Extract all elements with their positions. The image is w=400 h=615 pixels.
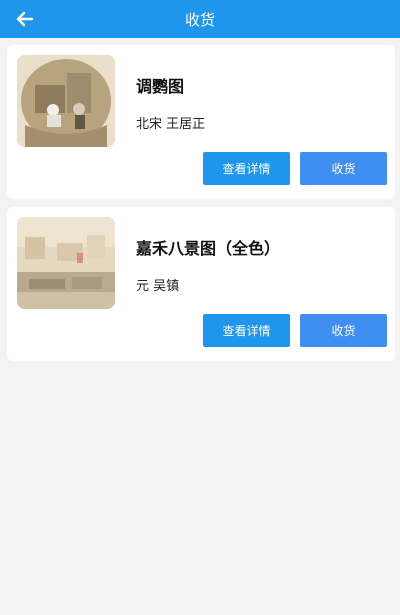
list-item: 调鹦图 北宋 王居正 查看详情 收货 [7, 45, 395, 199]
item-subtitle: 北宋 王居正 [136, 117, 206, 132]
receive-button[interactable]: 收货 [300, 314, 387, 347]
item-title: 调鹦图 [136, 77, 185, 96]
list-item: 嘉禾八景图（全色） 元 吴镇 查看详情 收货 [7, 207, 395, 361]
item-title: 嘉禾八景图（全色） [136, 239, 281, 258]
receive-button[interactable]: 收货 [300, 152, 387, 185]
top-bar: 收货 [0, 0, 400, 38]
view-details-button[interactable]: 查看详情 [203, 314, 290, 347]
item-subtitle: 元 吴镇 [136, 279, 180, 294]
view-details-button[interactable]: 查看详情 [203, 152, 290, 185]
back-button[interactable] [12, 6, 38, 32]
artwork-thumbnail[interactable] [17, 55, 115, 147]
artwork-thumbnail[interactable] [17, 217, 115, 309]
page-title: 收货 [184, 10, 215, 29]
back-arrow-icon [16, 11, 34, 27]
